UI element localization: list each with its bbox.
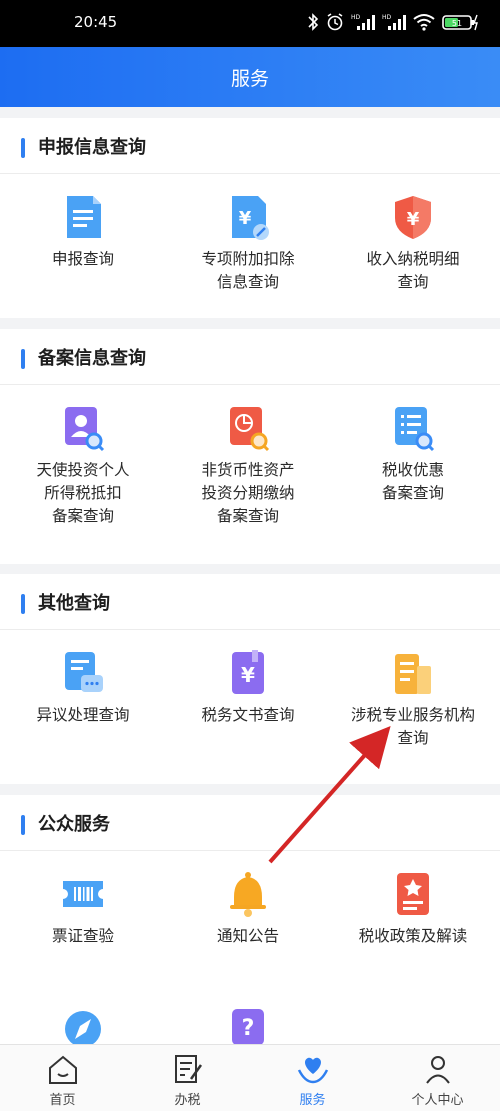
service-label: 天使投资个人 所得税抵扣 备案查询 — [36, 461, 130, 525]
tab-personal-center[interactable]: 个人中心 — [375, 1045, 500, 1111]
section-title: 其他查询 — [38, 593, 110, 614]
status-bar: 20:45 HD HD 51 — [0, 0, 500, 47]
edit-doc-icon — [175, 1055, 203, 1083]
service-label: 通知公告 — [216, 927, 279, 945]
service-label: 税务文书查询 — [201, 706, 295, 724]
wifi-icon — [413, 14, 435, 31]
tab-services[interactable]: 服务 — [250, 1045, 375, 1111]
section-accent-bar — [21, 815, 25, 835]
section-header: 公众服务 — [0, 795, 500, 851]
question-icon: ? — [232, 1009, 264, 1044]
service-label: 专项附加扣除 信息查询 — [201, 250, 295, 291]
deduction-yen-doc-icon: ¥ — [232, 196, 269, 240]
objection-chat-icon — [65, 652, 103, 692]
section-filing-query: 备案信息查询 天使投资个人 所得税抵扣 备案查询 非货币性资产 投资分期缴纳 备… — [0, 329, 500, 564]
svg-text:HD: HD — [351, 14, 361, 21]
section-header: 备案信息查询 — [0, 329, 500, 385]
battery-icon: 51 — [442, 14, 478, 31]
service-label: 收入纳税明细 查询 — [366, 250, 460, 291]
bottom-tab-bar: 首页 办税 服务 个人中心 — [0, 1044, 500, 1111]
svg-text:HD: HD — [382, 14, 392, 21]
signal-hd-icon: HD — [382, 14, 406, 30]
section-accent-bar — [21, 594, 25, 614]
tax-document-icon: ¥ — [232, 650, 264, 694]
section-title: 备案信息查询 — [38, 348, 146, 369]
alarm-icon — [327, 13, 343, 31]
compass-icon — [65, 1011, 101, 1044]
svg-text:¥: ¥ — [239, 208, 252, 229]
section-declaration-query: 申报信息查询 申报查询 ¥ 专项附加扣除 信息查询 ¥ 收入纳税明细 查询 — [0, 118, 500, 318]
title-bar: 服务 — [0, 47, 500, 107]
bluetooth-icon — [308, 13, 319, 31]
section-other-query: 其他查询 异议处理查询 ¥ 税务文书查询 涉税专业服务机构 查询 — [0, 574, 500, 784]
section-title: 公众服务 — [38, 814, 110, 835]
svg-text:51: 51 — [452, 19, 462, 28]
status-icons: HD HD 51 — [307, 12, 480, 32]
ticket-barcode-icon — [63, 881, 103, 907]
agency-building-icon — [395, 654, 431, 694]
section-header: 申报信息查询 — [0, 118, 500, 174]
bell-icon — [230, 872, 266, 917]
policy-star-icon — [397, 873, 429, 915]
list-search-icon — [395, 407, 435, 452]
page-title: 服务 — [230, 68, 269, 90]
service-label: 票证查验 — [51, 927, 114, 945]
service-label: 异议处理查询 — [36, 706, 130, 724]
svg-text:¥: ¥ — [241, 663, 255, 687]
section-title: 申报信息查询 — [38, 137, 146, 158]
signal-hd-icon: HD — [351, 14, 375, 30]
section-accent-bar — [21, 138, 25, 158]
service-label: 税收政策及解读 — [358, 927, 468, 945]
section-accent-bar — [21, 349, 25, 369]
svg-text:¥: ¥ — [407, 209, 420, 230]
person-search-icon — [65, 407, 105, 452]
yen-shield-icon: ¥ — [395, 196, 431, 239]
service-label: 非货币性资产 投资分期缴纳 备案查询 — [201, 461, 295, 525]
heart-hands-icon — [297, 1057, 329, 1084]
svg-text:?: ? — [242, 1016, 255, 1041]
services-content[interactable]: 申报信息查询 申报查询 ¥ 专项附加扣除 信息查询 ¥ 收入纳税明细 查询 备案… — [0, 107, 500, 1044]
tab-tax[interactable]: 办税 — [125, 1045, 250, 1111]
person-icon — [426, 1056, 450, 1084]
tab-home[interactable]: 首页 — [0, 1045, 125, 1111]
home-icon — [49, 1055, 77, 1084]
section-header: 其他查询 — [0, 574, 500, 630]
service-label: 申报查询 — [51, 250, 114, 268]
service-label: 税收优惠 备案查询 — [381, 461, 444, 502]
status-time: 20:45 — [74, 13, 118, 31]
chart-search-icon — [230, 407, 270, 452]
service-label: 涉税专业服务机构 查询 — [350, 706, 475, 747]
section-public-service: 公众服务 票证查验 通知公告 税收政策及解读 ? — [0, 795, 500, 1044]
declaration-doc-icon — [67, 196, 101, 238]
